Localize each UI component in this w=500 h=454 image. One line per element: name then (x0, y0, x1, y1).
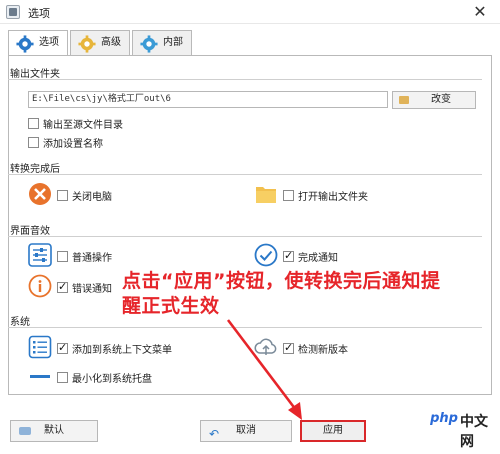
default-button-label: 默认 (44, 425, 64, 436)
change-folder-button[interactable]: 改变 (392, 91, 476, 109)
section-title-output-folder: 输出文件夹 (10, 69, 60, 80)
tab-advanced[interactable]: 高级 (70, 30, 130, 56)
option-minimize-tray[interactable]: 最小化到系统托盘 (57, 370, 152, 385)
annotation-line-2: 醒正式生效 (122, 295, 220, 317)
divider (8, 174, 482, 175)
cloud-upload-icon (254, 338, 277, 355)
sliders-icon (28, 243, 52, 267)
divider (8, 327, 482, 328)
tab-label: 高级 (101, 37, 121, 48)
watermark: php 中文网 (410, 400, 500, 450)
tab-label: 内部 (163, 37, 183, 48)
section-title-system: 系统 (10, 317, 30, 328)
title-bar: 选项 ✕ (0, 0, 500, 24)
minimize-icon (30, 375, 50, 378)
option-normal-operation[interactable]: 普通操作 (57, 249, 112, 264)
option-add-setting-name[interactable]: 添加设置名称 (28, 135, 103, 150)
tab-label: 选项 (39, 37, 59, 48)
checkbox-checked[interactable] (283, 341, 294, 354)
section-title-ui-sound: 界面音效 (10, 226, 50, 237)
close-button[interactable]: ✕ (470, 2, 490, 21)
divider (8, 79, 482, 80)
checkbox[interactable] (28, 136, 39, 148)
annotation-line-1: 点击“应用”按钮，使转换完后通知提 (122, 270, 441, 292)
tab-strip: 选项 高级 内部 (8, 30, 194, 57)
option-open-output-folder[interactable]: 打开输出文件夹 (283, 188, 368, 203)
section-title-after-convert: 转换完成后 (10, 164, 60, 175)
folder-icon (256, 187, 276, 203)
option-add-context-menu[interactable]: 添加到系统上下文菜单 (57, 341, 172, 356)
shutdown-icon (29, 183, 51, 205)
output-path-input[interactable]: E:\File\cs\jy\格式工厂out\6 (28, 91, 388, 108)
gear-icon (16, 35, 34, 53)
context-menu-icon (28, 335, 52, 359)
tab-internal[interactable]: 内部 (132, 30, 192, 56)
change-folder-label: 改变 (431, 94, 451, 105)
option-shutdown[interactable]: 关闭电脑 (57, 188, 112, 203)
option-check-update[interactable]: 检测新版本 (283, 341, 348, 356)
checkbox[interactable] (28, 117, 39, 129)
advanced-gear-icon (78, 35, 96, 53)
apply-button-label: 应用 (323, 425, 343, 436)
checkbox-checked[interactable] (283, 249, 294, 262)
cancel-button-label: 取消 (236, 425, 256, 436)
option-error-notify[interactable]: 错误通知 (57, 280, 112, 295)
app-icon (6, 5, 20, 19)
tab-options[interactable]: 选项 (8, 30, 68, 57)
info-icon (28, 274, 52, 298)
option-output-to-source-dir[interactable]: 输出至源文件目录 (28, 116, 123, 131)
tutorial-annotation: 点击“应用”按钮，使转换完后通知提 醒正式生效 (122, 269, 482, 319)
checkbox[interactable] (283, 189, 294, 201)
default-button[interactable]: 默认 (10, 420, 98, 442)
divider (8, 236, 482, 237)
internal-gear-icon (140, 35, 158, 53)
cancel-button[interactable]: ↶ 取消 (200, 420, 292, 442)
watermark-logo: php (424, 406, 464, 432)
option-done-notify[interactable]: 完成通知 (283, 249, 338, 264)
window-title: 选项 (28, 7, 50, 20)
checkbox[interactable] (57, 371, 68, 383)
checkbox[interactable] (57, 250, 68, 262)
checkbox-checked[interactable] (57, 341, 68, 354)
eraser-icon (19, 427, 31, 435)
check-circle-icon (254, 243, 278, 267)
checkbox[interactable] (57, 189, 68, 201)
checkbox-checked[interactable] (57, 280, 68, 293)
undo-icon: ↶ (209, 427, 220, 441)
apply-button[interactable]: 应用 (300, 420, 366, 442)
watermark-text: 中文网 (460, 414, 488, 450)
folder-icon (399, 96, 409, 104)
